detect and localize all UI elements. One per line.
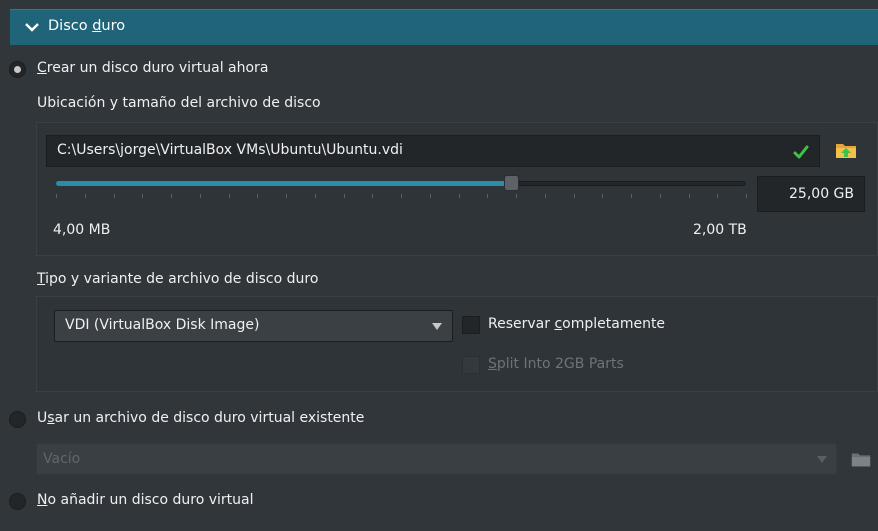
slider-tick bbox=[429, 194, 431, 198]
slider-tick bbox=[458, 194, 460, 198]
chevron-down-icon bbox=[25, 23, 39, 32]
slider-tick bbox=[487, 194, 489, 198]
slider-tick bbox=[257, 194, 259, 198]
slider-tick bbox=[171, 194, 172, 198]
disk-type-label: Tipo y variante de archivo de disco duro bbox=[37, 271, 319, 287]
radio-no-disk-label[interactable]: No añadir un disco duro virtual bbox=[37, 492, 253, 508]
slider-tick bbox=[56, 194, 57, 198]
disk-path-value: C:\Users\jorge\VirtualBox VMs\Ubuntu\Ubu… bbox=[57, 142, 403, 158]
slider-tick bbox=[602, 194, 604, 198]
slider-tick bbox=[659, 194, 661, 198]
disk-type-select[interactable]: VDI (VirtualBox Disk Image) bbox=[54, 310, 453, 342]
slider-max-label: 2,00 TB bbox=[693, 222, 747, 238]
dropdown-arrow-icon bbox=[817, 456, 827, 463]
slider-tick bbox=[631, 194, 632, 198]
disk-size-slider-fill bbox=[56, 181, 512, 186]
disk-type-value: VDI (VirtualBox Disk Image) bbox=[65, 317, 260, 333]
disk-size-input[interactable]: 25,00 GB bbox=[757, 176, 865, 212]
slider-tick bbox=[343, 194, 345, 198]
split-2gb-checkbox[interactable] bbox=[462, 356, 480, 374]
existing-disk-select[interactable]: Vacío bbox=[36, 443, 837, 475]
slider-tick bbox=[314, 194, 316, 198]
folder-browse-disabled-icon[interactable] bbox=[850, 448, 872, 470]
slider-tick bbox=[688, 194, 690, 198]
slider-tick bbox=[84, 194, 86, 198]
slider-tick bbox=[142, 194, 144, 198]
existing-disk-value: Vacío bbox=[43, 451, 81, 467]
disk-size-slider-handle[interactable] bbox=[504, 175, 520, 191]
slider-tick bbox=[717, 194, 719, 198]
slider-tick bbox=[573, 194, 575, 198]
radio-no-disk[interactable] bbox=[9, 493, 26, 510]
valid-check-icon bbox=[793, 145, 809, 159]
radio-existing-disk-label[interactable]: Usar un archivo de disco duro virtual ex… bbox=[37, 410, 364, 426]
section-header-hard-disk[interactable]: Disco duro bbox=[10, 9, 878, 45]
split-2gb-label[interactable]: Split Into 2GB Parts bbox=[488, 356, 624, 372]
slider-tick bbox=[286, 194, 287, 198]
radio-create-disk[interactable] bbox=[9, 61, 26, 78]
slider-tick bbox=[228, 194, 230, 198]
slider-tick bbox=[544, 194, 546, 198]
slider-tick bbox=[113, 194, 115, 198]
section-title: Disco duro bbox=[48, 18, 126, 34]
slider-tick bbox=[516, 194, 517, 198]
slider-tick bbox=[372, 194, 374, 198]
location-size-label: Ubicación y tamaño del archivo de disco bbox=[37, 95, 321, 111]
slider-tick bbox=[746, 194, 747, 198]
reserve-full-label[interactable]: Reservar completamente bbox=[488, 316, 665, 332]
slider-tick bbox=[401, 194, 402, 198]
slider-min-label: 4,00 MB bbox=[53, 222, 111, 238]
slider-tick bbox=[199, 194, 201, 198]
dropdown-arrow-icon bbox=[432, 323, 442, 330]
disk-size-value: 25,00 GB bbox=[789, 186, 854, 202]
disk-path-input[interactable]: C:\Users\jorge\VirtualBox VMs\Ubuntu\Ubu… bbox=[46, 135, 820, 167]
reserve-full-checkbox[interactable] bbox=[462, 316, 480, 334]
radio-existing-disk[interactable] bbox=[9, 411, 26, 428]
folder-browse-icon[interactable] bbox=[834, 138, 858, 162]
radio-create-disk-label[interactable]: Crear un disco duro virtual ahora bbox=[37, 60, 268, 76]
